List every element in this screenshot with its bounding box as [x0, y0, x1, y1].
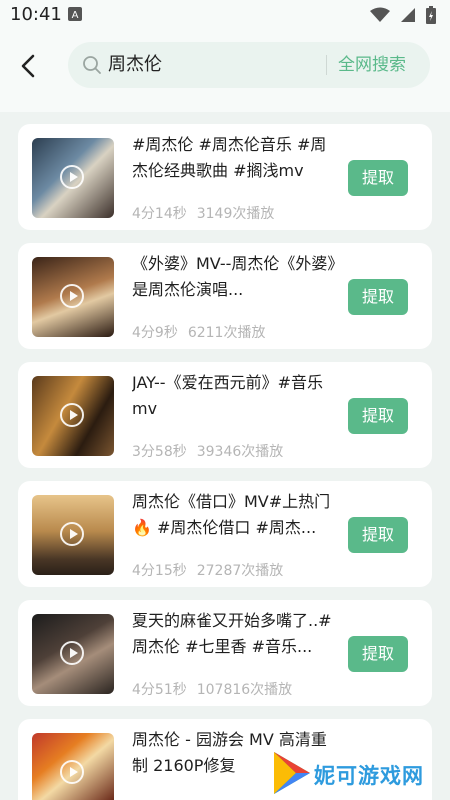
- extract-button[interactable]: 提取: [348, 517, 408, 553]
- video-thumbnail[interactable]: [32, 495, 114, 575]
- result-meta: 4分9秒 6211次播放: [132, 322, 265, 342]
- result-meta: 4分14秒 3149次播放: [132, 203, 274, 223]
- play-icon: [60, 760, 84, 784]
- back-arrow-icon[interactable]: [14, 50, 46, 82]
- play-icon: [60, 284, 84, 308]
- play-icon: [60, 641, 84, 665]
- play-count: 39346次播放: [196, 444, 284, 460]
- notification-a-icon: A: [68, 7, 82, 21]
- extract-button[interactable]: 提取: [348, 279, 408, 315]
- video-thumbnail[interactable]: [32, 257, 114, 337]
- extract-button[interactable]: 提取: [348, 160, 408, 196]
- status-time: 10:41: [10, 4, 62, 25]
- result-title: JAY--《爱在西元前》#音乐mv: [132, 373, 323, 418]
- video-thumbnail[interactable]: [32, 376, 114, 456]
- result-title: 《外婆》MV--周杰伦《外婆》是周杰伦演唱...: [132, 254, 336, 299]
- search-box[interactable]: 周杰伦 全网搜索: [68, 42, 430, 88]
- play-count: 6211次播放: [187, 325, 266, 341]
- video-duration: 4分51秒: [132, 682, 187, 698]
- play-count: 3149次播放: [196, 206, 275, 222]
- play-count: 107816次播放: [196, 682, 293, 698]
- video-duration: 3分58秒: [132, 444, 187, 460]
- result-card[interactable]: JAY--《爱在西元前》#音乐mv 3分58秒 39346次播放 提取: [18, 362, 432, 468]
- result-card[interactable]: 夏天的麻雀又开始多嘴了..#周杰伦 #七里香 #音乐... 4分51秒 10781…: [18, 600, 432, 706]
- result-card[interactable]: #周杰伦 #周杰伦音乐 #周杰伦经典歌曲 #搁浅mv 4分14秒 3149次播放 …: [18, 124, 432, 230]
- video-thumbnail[interactable]: [32, 138, 114, 218]
- extract-button[interactable]: 提取: [348, 636, 408, 672]
- video-duration: 4分14秒: [132, 206, 187, 222]
- wifi-icon: [370, 7, 390, 22]
- search-icon: [83, 56, 101, 74]
- result-meta: 4分15秒 27287次播放: [132, 560, 283, 580]
- video-thumbnail[interactable]: [32, 733, 114, 800]
- result-card[interactable]: 《外婆》MV--周杰伦《外婆》是周杰伦演唱... 4分9秒 6211次播放 提取: [18, 243, 432, 349]
- result-title: #周杰伦 #周杰伦音乐 #周杰伦经典歌曲 #搁浅mv: [132, 135, 327, 180]
- watermark-text: 妮可游戏网: [314, 764, 424, 788]
- search-divider: [326, 55, 327, 75]
- result-meta: 4分51秒 107816次播放: [132, 679, 292, 699]
- play-icon: [60, 522, 84, 546]
- result-title: 周杰伦《借口》MV#上热门🔥 #周杰伦借口 #周杰...: [132, 492, 331, 537]
- result-card[interactable]: 周杰伦《借口》MV#上热门🔥 #周杰伦借口 #周杰... 4分15秒 27287次…: [18, 481, 432, 587]
- watermark-play-logo-icon: [274, 752, 310, 794]
- battery-icon: [426, 6, 436, 24]
- svg-text:A: A: [72, 10, 79, 21]
- site-watermark: 妮可游戏网: [268, 748, 450, 800]
- extract-button[interactable]: 提取: [348, 398, 408, 434]
- result-title: 夏天的麻雀又开始多嘴了..#周杰伦 #七里香 #音乐...: [132, 611, 332, 656]
- signal-icon: [401, 8, 415, 22]
- video-duration: 4分15秒: [132, 563, 187, 579]
- video-thumbnail[interactable]: [32, 614, 114, 694]
- status-icons: [370, 6, 436, 24]
- result-meta: 3分58秒 39346次播放: [132, 441, 283, 461]
- web-search-button[interactable]: 全网搜索: [338, 42, 406, 88]
- header: 周杰伦 全网搜索: [0, 32, 450, 112]
- search-input[interactable]: 周杰伦: [108, 42, 162, 88]
- play-icon: [60, 165, 84, 189]
- status-bar: 10:41 A: [0, 0, 450, 32]
- video-duration: 4分9秒: [132, 325, 178, 341]
- play-count: 27287次播放: [196, 563, 284, 579]
- play-icon: [60, 403, 84, 427]
